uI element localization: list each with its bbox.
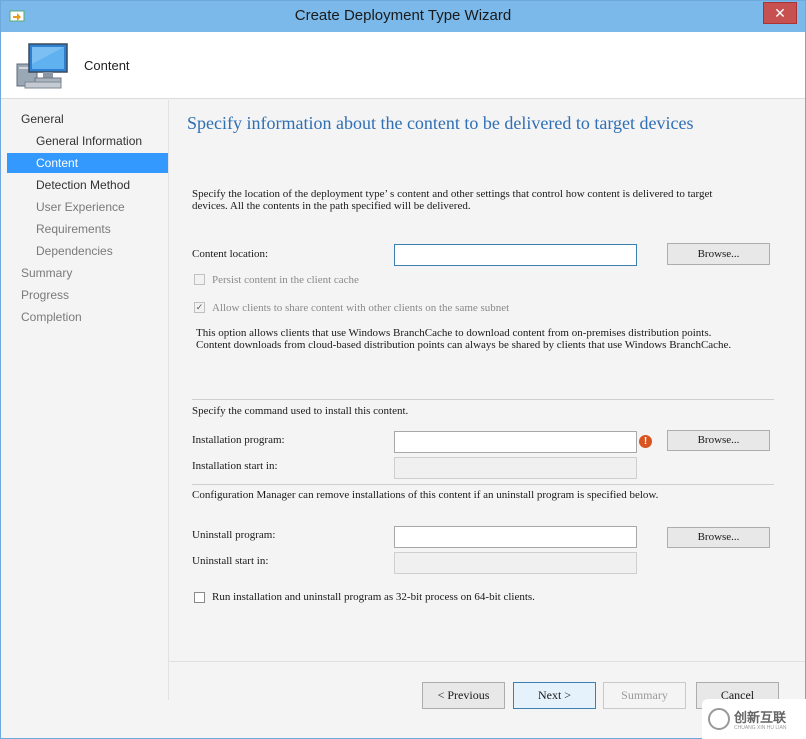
intro-text-line1: Specify the location of the deployment t… <box>192 188 713 200</box>
title-bar[interactable]: Create Deployment Type Wizard ✕ <box>1 1 805 32</box>
window-title: Create Deployment Type Wizard <box>294 7 512 24</box>
installation-program-input[interactable] <box>394 431 637 453</box>
uninstall-program-input[interactable] <box>394 526 637 548</box>
nav-item-progress[interactable]: Progress <box>7 285 168 305</box>
content-pane <box>169 100 805 660</box>
nav-item-dependencies[interactable]: Dependencies <box>7 241 168 261</box>
allow-share-checkbox[interactable]: ✓ <box>194 302 205 313</box>
installation-program-label: Installation program: <box>192 434 285 446</box>
installation-start-label: Installation start in: <box>192 460 278 472</box>
persist-cache-label: Persist content in the client cache <box>212 274 359 286</box>
page-heading: Specify information about the content to… <box>187 113 694 133</box>
section-divider <box>192 399 774 400</box>
uninstall-divider <box>192 484 774 485</box>
nav-item-general-information[interactable]: General Information <box>7 131 168 151</box>
uninstall-program-browse-button[interactable]: Browse... <box>667 527 770 548</box>
uninstall-start-input[interactable] <box>394 552 637 574</box>
wizard-header: Content <box>1 32 805 99</box>
content-location-input[interactable] <box>394 244 637 266</box>
wizard-nav: General General Information Content Dete… <box>7 100 169 700</box>
nav-item-summary[interactable]: Summary <box>7 263 168 283</box>
installation-start-input[interactable] <box>394 457 637 479</box>
watermark-text: 创新互联 <box>734 710 787 725</box>
content-location-label: Content location: <box>192 248 269 260</box>
watermark: 创新互联 CHUANG XIN HU LIAN <box>702 699 806 739</box>
nav-item-detection-method[interactable]: Detection Method <box>7 175 168 195</box>
nav-item-user-experience[interactable]: User Experience <box>7 197 168 217</box>
uninstall-start-label: Uninstall start in: <box>192 555 269 567</box>
watermark-subtext: CHUANG XIN HU LIAN <box>734 725 787 731</box>
persist-cache-checkbox[interactable] <box>194 274 205 285</box>
nav-item-content[interactable]: Content <box>7 153 168 173</box>
nav-item-requirements[interactable]: Requirements <box>7 219 168 239</box>
nav-item-general[interactable]: General <box>7 109 168 129</box>
uninstall-program-label: Uninstall program: <box>192 529 276 541</box>
uninstall-note: Configuration Manager can remove install… <box>192 489 659 501</box>
summary-button[interactable]: Summary <box>603 682 686 709</box>
run-32bit-label: Run installation and uninstall program a… <box>212 591 535 603</box>
wizard-window: Create Deployment Type Wizard ✕ Content … <box>0 0 806 739</box>
install-section-label: Specify the command used to install this… <box>192 405 409 417</box>
allow-share-label: Allow clients to share content with othe… <box>212 302 510 314</box>
close-button[interactable]: ✕ <box>763 2 797 24</box>
error-icon: ! <box>639 435 652 448</box>
header-title: Content <box>84 58 130 73</box>
run-32bit-checkbox[interactable] <box>194 592 205 603</box>
computer-icon <box>16 43 68 89</box>
branchcache-text-line2: Content downloads from cloud-based distr… <box>196 339 732 351</box>
installation-program-browse-button[interactable]: Browse... <box>667 430 770 451</box>
branchcache-text-line1: This option allows clients that use Wind… <box>196 327 712 339</box>
watermark-logo-icon <box>708 708 730 730</box>
intro-text-line2: devices. All the contents in the path sp… <box>192 200 471 212</box>
previous-button[interactable]: < Previous <box>422 682 505 709</box>
nav-item-completion[interactable]: Completion <box>7 307 168 327</box>
content-location-browse-button[interactable]: Browse... <box>667 243 770 265</box>
footer-divider <box>169 661 805 662</box>
next-button[interactable]: Next > <box>513 682 596 709</box>
